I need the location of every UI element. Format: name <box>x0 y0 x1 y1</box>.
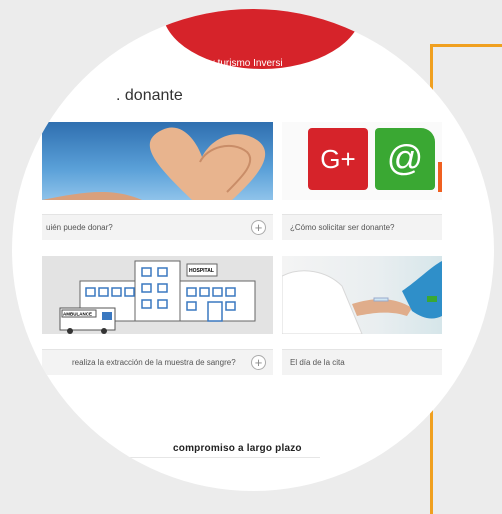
expand-plus-icon[interactable]: + <box>251 220 266 235</box>
expand-plus-icon[interactable]: + <box>251 355 266 370</box>
card-image-blood-test[interactable] <box>282 256 442 334</box>
svg-text:AMBULANCE: AMBULANCE <box>63 312 92 317</box>
orange-icon-edge <box>438 162 442 192</box>
page-title: . donante <box>116 87 183 104</box>
card-image-hospital[interactable]: HOSPITAL AMBULANCE <box>42 256 273 334</box>
nav-menu-partial[interactable]: ultura y turismo Inversi <box>182 58 283 69</box>
email-at-icon: @ <box>375 128 435 190</box>
card-caption-text: ¿Cómo solicitar ser donante? <box>290 223 395 232</box>
hands-heart-illustration <box>42 127 266 200</box>
hospital-illustration: HOSPITAL AMBULANCE <box>59 260 256 334</box>
card-caption-text: uién puede donar? <box>46 223 113 232</box>
footer-heading: compromiso a largo plazo <box>173 443 302 454</box>
card-caption-dia-de-la-cita[interactable]: El día de la cita <box>282 349 442 375</box>
google-plus-icon: G+ <box>308 128 368 190</box>
card-image-social-icons[interactable]: G+ @ <box>282 122 442 200</box>
card-caption-quien-puede-donar[interactable]: uién puede donar? + <box>42 214 273 240</box>
card-caption-como-solicitar[interactable]: ¿Cómo solicitar ser donante? <box>282 214 442 240</box>
card-caption-extraccion[interactable]: realiza la extracción de la muestra de s… <box>42 349 273 375</box>
card-caption-text: El día de la cita <box>290 358 345 367</box>
magnifier-circle: ultura y turismo Inversi . donante uién … <box>12 9 494 491</box>
footer-divider <box>130 457 320 458</box>
svg-text:HOSPITAL: HOSPITAL <box>189 268 214 274</box>
card-image-hands-heart[interactable] <box>42 122 273 200</box>
blood-test-illustration <box>282 261 442 334</box>
card-caption-text: realiza la extracción de la muestra de s… <box>72 358 236 367</box>
